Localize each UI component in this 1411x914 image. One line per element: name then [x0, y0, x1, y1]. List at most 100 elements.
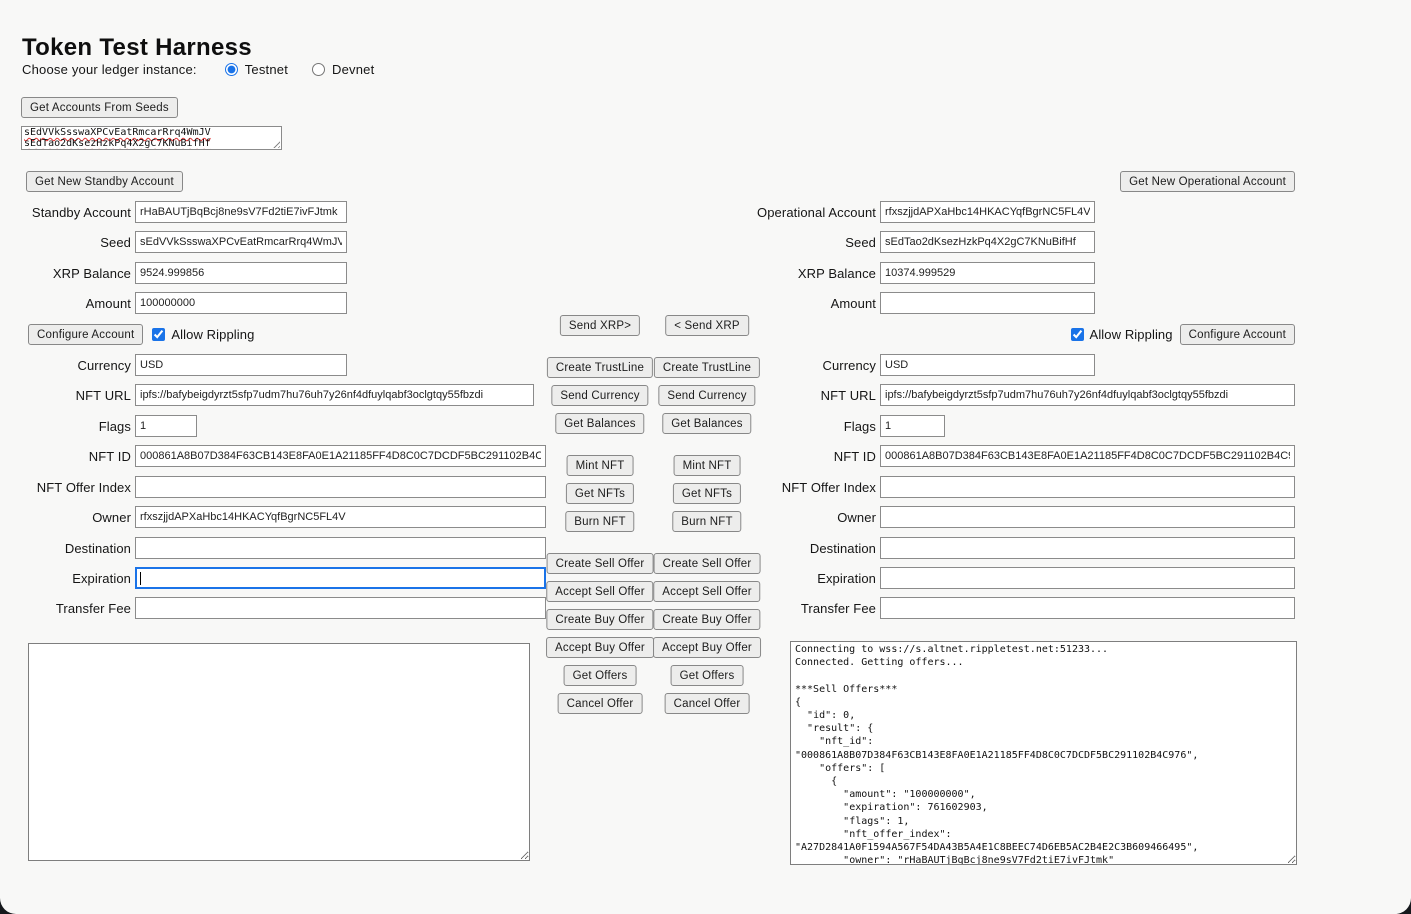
standby-amount-row: Amount [18, 292, 347, 314]
op-flags-label: Flags [736, 419, 880, 434]
op-flags-row: Flags [736, 415, 945, 437]
standby-create-buy-offer-button[interactable]: Create Buy Offer [546, 609, 653, 630]
op-amount-label: Amount [736, 296, 880, 311]
testnet-radio[interactable] [225, 63, 238, 76]
standby-results-textarea[interactable] [28, 643, 530, 861]
standby-send-xrp-button[interactable]: Send XRP> [560, 315, 640, 336]
standby-burn-nft-button[interactable]: Burn NFT [565, 511, 634, 532]
op-currency-label: Currency [736, 358, 880, 373]
standby-create-trustline-button[interactable]: Create TrustLine [547, 357, 653, 378]
devnet-radio[interactable] [312, 63, 325, 76]
op-allow-rippling-label: Allow Rippling [1090, 327, 1173, 342]
page-title: Token Test Harness [22, 34, 252, 62]
devnet-radio-label: Devnet [332, 62, 374, 77]
op-burn-nft-button[interactable]: Burn NFT [672, 511, 741, 532]
standby-get-nfts-button[interactable]: Get NFTs [566, 483, 634, 504]
op-xrp-balance-input[interactable] [880, 262, 1095, 284]
op-destination-label: Destination [736, 541, 880, 556]
standby-account-input[interactable] [135, 201, 347, 223]
op-mint-nft-button[interactable]: Mint NFT [674, 455, 741, 476]
standby-nft-url-row: NFT URL [18, 384, 534, 406]
op-nft-offer-index-label: NFT Offer Index [736, 480, 880, 495]
op-transfer-fee-input[interactable] [880, 597, 1295, 619]
standby-expiration-label: Expiration [18, 571, 135, 586]
op-seed-input[interactable] [880, 231, 1095, 253]
standby-get-balances-button[interactable]: Get Balances [555, 413, 644, 434]
standby-nft-offer-index-label: NFT Offer Index [18, 480, 135, 495]
standby-accept-sell-offer-button[interactable]: Accept Sell Offer [546, 581, 653, 602]
standby-seed-input[interactable] [135, 231, 347, 253]
ledger-instance-label: Choose your ledger instance: [22, 62, 197, 77]
op-configure-row: Allow Rippling Configure Account [1071, 324, 1295, 345]
ledger-instance-chooser: Choose your ledger instance: Testnet Dev… [22, 62, 374, 77]
op-get-offers-button[interactable]: Get Offers [671, 665, 744, 686]
standby-cancel-offer-button[interactable]: Cancel Offer [558, 693, 643, 714]
get-new-operational-account-button[interactable]: Get New Operational Account [1120, 171, 1295, 192]
standby-flags-input[interactable] [135, 415, 197, 437]
op-results-textarea[interactable]: Connecting to wss://s.altnet.rippletest.… [790, 641, 1297, 865]
standby-currency-label: Currency [18, 358, 135, 373]
standby-destination-input[interactable] [135, 537, 546, 559]
op-currency-input[interactable] [880, 354, 1095, 376]
standby-nft-id-input[interactable] [135, 445, 546, 467]
seeds-textarea[interactable]: sEdVVkSsswaXPCvEatRmcarRrq4WmJV sEdTao2d… [21, 126, 282, 150]
op-destination-input[interactable] [880, 537, 1295, 559]
op-get-nfts-button[interactable]: Get NFTs [673, 483, 741, 504]
standby-xrp-balance-input[interactable] [135, 262, 347, 284]
op-amount-input[interactable] [880, 292, 1095, 314]
op-nft-url-input[interactable] [880, 384, 1295, 406]
standby-accept-buy-offer-button[interactable]: Accept Buy Offer [546, 637, 654, 658]
standby-amount-label: Amount [18, 296, 135, 311]
op-expiration-input[interactable] [880, 567, 1295, 589]
op-seed-row: Seed [736, 231, 1095, 253]
standby-transfer-fee-input[interactable] [135, 597, 546, 619]
standby-flags-label: Flags [18, 419, 135, 434]
standby-nft-offer-index-input[interactable] [135, 476, 546, 498]
standby-send-currency-button[interactable]: Send Currency [551, 385, 648, 406]
standby-transfer-fee-row: Transfer Fee [18, 597, 546, 619]
standby-owner-label: Owner [18, 510, 135, 525]
op-allow-rippling-checkbox[interactable] [1071, 328, 1084, 341]
standby-nft-id-label: NFT ID [18, 449, 135, 464]
standby-create-sell-offer-button[interactable]: Create Sell Offer [547, 553, 654, 574]
op-cancel-offer-button[interactable]: Cancel Offer [665, 693, 750, 714]
standby-nft-offer-index-row: NFT Offer Index [18, 476, 546, 498]
op-nft-id-input[interactable] [880, 445, 1295, 467]
standby-expiration-row: Expiration [18, 567, 546, 589]
standby-mint-nft-button[interactable]: Mint NFT [567, 455, 634, 476]
op-currency-row: Currency [736, 354, 1095, 376]
get-accounts-from-seeds-button[interactable]: Get Accounts From Seeds [21, 97, 178, 118]
op-configure-account-button[interactable]: Configure Account [1180, 324, 1295, 345]
op-accept-buy-offer-button[interactable]: Accept Buy Offer [653, 637, 761, 658]
standby-owner-input[interactable] [135, 506, 546, 528]
op-owner-input[interactable] [880, 506, 1295, 528]
op-nft-id-row: NFT ID [736, 445, 1295, 467]
op-transfer-fee-row: Transfer Fee [736, 597, 1295, 619]
standby-currency-input[interactable] [135, 354, 347, 376]
op-expiration-row: Expiration [736, 567, 1295, 589]
op-account-label: Operational Account [736, 205, 880, 220]
standby-get-offers-button[interactable]: Get Offers [564, 665, 637, 686]
standby-seed-label: Seed [18, 235, 135, 250]
op-send-xrp-button[interactable]: < Send XRP [665, 315, 749, 336]
op-expiration-label: Expiration [736, 571, 880, 586]
standby-expiration-input[interactable] [135, 567, 546, 589]
standby-configure-account-button[interactable]: Configure Account [28, 324, 143, 345]
standby-xrp-balance-row: XRP Balance [18, 262, 347, 284]
op-nft-offer-index-input[interactable] [880, 476, 1295, 498]
standby-nft-id-row: NFT ID [18, 445, 546, 467]
testnet-radio-label: Testnet [245, 62, 288, 77]
get-new-standby-account-button[interactable]: Get New Standby Account [26, 171, 183, 192]
token-test-harness-page: Token Test Harness Choose your ledger in… [0, 0, 1411, 914]
standby-account-row: Standby Account [18, 201, 347, 223]
op-account-input[interactable] [880, 201, 1095, 223]
op-nft-url-label: NFT URL [736, 388, 880, 403]
op-account-row: Operational Account [736, 201, 1095, 223]
standby-destination-label: Destination [18, 541, 135, 556]
standby-allow-rippling-checkbox[interactable] [152, 328, 165, 341]
op-owner-label: Owner [736, 510, 880, 525]
op-owner-row: Owner [736, 506, 1295, 528]
op-flags-input[interactable] [880, 415, 945, 437]
standby-amount-input[interactable] [135, 292, 347, 314]
standby-nft-url-input[interactable] [135, 384, 534, 406]
